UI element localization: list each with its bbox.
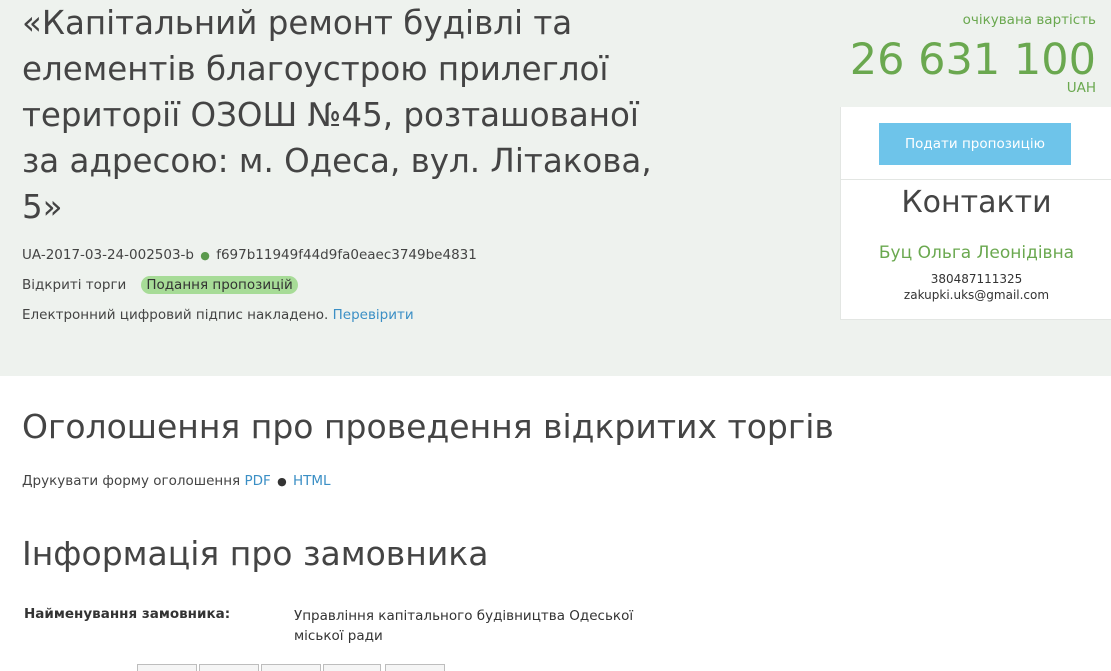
- tender-title: «Капітальний ремонт будівлі та елементів…: [22, 4, 652, 226]
- tender-id: UA-2017-03-24-002503-b: [22, 247, 194, 263]
- submit-bid-button[interactable]: Подати пропозицію: [879, 123, 1071, 165]
- tender-identifiers: UA-2017-03-24-002503-b ● f697b11949f44d9…: [22, 247, 477, 263]
- contacts-title: Контакти: [901, 185, 1052, 220]
- tender-hash: f697b11949f44d9fa0eaec3749be4831: [216, 247, 477, 263]
- signature-text: Електронний цифровий підпис накладено.: [22, 307, 329, 323]
- print-form-line: Друкувати форму оголошення PDF ● HTML: [22, 473, 331, 489]
- customer-name-label: Найменування замовника:: [24, 606, 231, 622]
- procedure-type: Відкриті торги: [22, 277, 127, 293]
- contact-phone: 380487111325: [930, 272, 1023, 286]
- customer-name-value: Управління капітального будівництва Одес…: [294, 608, 634, 644]
- bottom-tab-strip: [0, 662, 1111, 671]
- expected-value-currency: UAH: [1066, 80, 1096, 96]
- contact-name: Буц Ольга Леонідівна: [878, 243, 1075, 263]
- separator-dot: ●: [277, 475, 287, 488]
- separator-dot: ●: [200, 249, 210, 262]
- print-html-link[interactable]: HTML: [293, 473, 331, 489]
- tender-header: «Капітальний ремонт будівлі та елементів…: [0, 0, 1111, 376]
- procedure-line: Відкриті торги Подання пропозицій: [22, 276, 298, 294]
- status-badge: Подання пропозицій: [141, 276, 298, 294]
- expected-value-amount: 26 631 100: [849, 35, 1096, 85]
- verify-signature-link[interactable]: Перевірити: [333, 307, 414, 323]
- customer-info-heading: Інформація про замовника: [22, 534, 489, 573]
- print-form-label: Друкувати форму оголошення: [22, 473, 241, 489]
- print-pdf-link[interactable]: PDF: [244, 473, 270, 489]
- expected-value-label: очікувана вартість: [962, 12, 1096, 28]
- signature-line: Електронний цифровий підпис накладено. П…: [22, 307, 414, 323]
- card-divider: [841, 179, 1111, 180]
- contact-email: zakupki.uks@gmail.com: [903, 288, 1050, 302]
- announcement-heading: Оголошення про проведення відкритих торг…: [22, 407, 834, 446]
- sidebar-card: Подати пропозицію Контакти Буц Ольга Лео…: [840, 107, 1111, 320]
